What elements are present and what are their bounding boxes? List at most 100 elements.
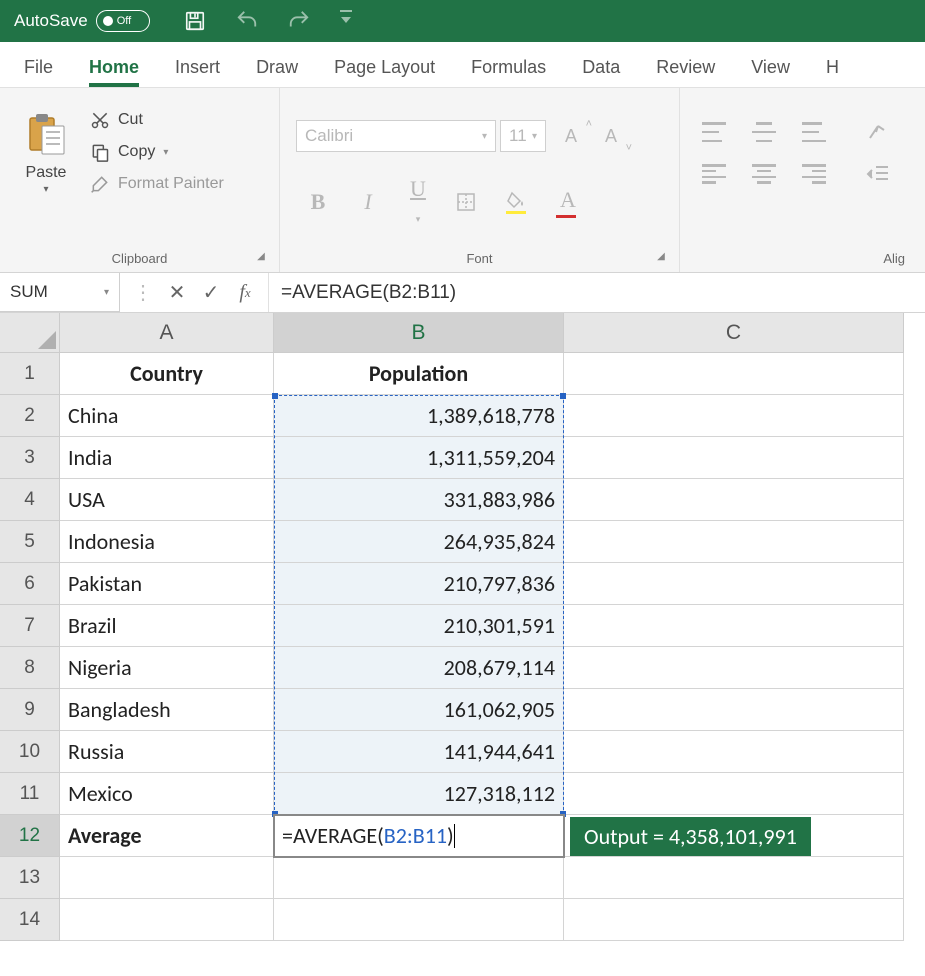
- autosave-toggle[interactable]: AutoSave Off: [14, 10, 150, 32]
- undo-icon[interactable]: [236, 10, 258, 32]
- row-header-11[interactable]: 11: [0, 773, 60, 815]
- row-header-3[interactable]: 3: [0, 437, 60, 479]
- tab-home[interactable]: Home: [71, 47, 157, 87]
- decrease-indent-button[interactable]: [866, 164, 890, 184]
- cell-b11[interactable]: 127,318,112: [274, 773, 564, 815]
- cell-c2[interactable]: [564, 395, 904, 437]
- cell-a11[interactable]: Mexico: [60, 773, 274, 815]
- qat-customize-icon[interactable]: [340, 10, 352, 32]
- bold-button[interactable]: B: [306, 189, 330, 215]
- row-header-6[interactable]: 6: [0, 563, 60, 605]
- cell-b2[interactable]: 1,389,618,778: [274, 395, 564, 437]
- save-icon[interactable]: [184, 10, 206, 32]
- italic-button[interactable]: I: [356, 189, 380, 215]
- cell-a13[interactable]: [60, 857, 274, 899]
- row-header-13[interactable]: 13: [0, 857, 60, 899]
- cell-a3[interactable]: India: [60, 437, 274, 479]
- tab-file[interactable]: File: [6, 47, 71, 87]
- align-center-button[interactable]: [752, 164, 776, 184]
- font-launcher-icon[interactable]: ◢: [655, 251, 667, 263]
- row-header-1[interactable]: 1: [0, 353, 60, 395]
- increase-font-icon[interactable]: A˄: [556, 120, 586, 152]
- col-header-c[interactable]: C: [564, 313, 904, 353]
- redo-icon[interactable]: [288, 10, 310, 32]
- underline-button[interactable]: U ▾: [406, 176, 430, 228]
- cell-c9[interactable]: [564, 689, 904, 731]
- cancel-formula-button[interactable]: ✕: [160, 273, 194, 312]
- row-header-2[interactable]: 2: [0, 395, 60, 437]
- cell-b9[interactable]: 161,062,905: [274, 689, 564, 731]
- row-header-5[interactable]: 5: [0, 521, 60, 563]
- cell-a2[interactable]: China: [60, 395, 274, 437]
- cell-b6[interactable]: 210,797,836: [274, 563, 564, 605]
- tab-insert[interactable]: Insert: [157, 47, 238, 87]
- cell-a14[interactable]: [60, 899, 274, 941]
- cell-b13[interactable]: [274, 857, 564, 899]
- cell-b7[interactable]: 210,301,591: [274, 605, 564, 647]
- row-header-14[interactable]: 14: [0, 899, 60, 941]
- cell-b4[interactable]: 331,883,986: [274, 479, 564, 521]
- cell-a9[interactable]: Bangladesh: [60, 689, 274, 731]
- cell-c1[interactable]: [564, 353, 904, 395]
- row-header-7[interactable]: 7: [0, 605, 60, 647]
- select-all-corner[interactable]: [0, 313, 60, 353]
- align-left-button[interactable]: [702, 164, 726, 184]
- tab-view[interactable]: View: [733, 47, 808, 87]
- row-header-10[interactable]: 10: [0, 731, 60, 773]
- row-header-8[interactable]: 8: [0, 647, 60, 689]
- cut-button[interactable]: Cut: [90, 110, 224, 130]
- cell-a4[interactable]: USA: [60, 479, 274, 521]
- cell-a5[interactable]: Indonesia: [60, 521, 274, 563]
- align-right-button[interactable]: [802, 164, 826, 184]
- formula-input[interactable]: =AVERAGE(B2:B11): [269, 273, 925, 312]
- cell-c13[interactable]: [564, 857, 904, 899]
- autosave-switch[interactable]: Off: [96, 10, 150, 32]
- cell-a8[interactable]: Nigeria: [60, 647, 274, 689]
- cell-c8[interactable]: [564, 647, 904, 689]
- tab-help[interactable]: H: [808, 47, 857, 87]
- cell-b14[interactable]: [274, 899, 564, 941]
- cell-c5[interactable]: [564, 521, 904, 563]
- cell-b1[interactable]: Population: [274, 353, 564, 395]
- insert-function-button[interactable]: fx: [228, 273, 262, 312]
- enter-formula-button[interactable]: ✓: [194, 273, 228, 312]
- tab-page-layout[interactable]: Page Layout: [316, 47, 453, 87]
- font-color-button[interactable]: A: [556, 187, 580, 218]
- font-size-select[interactable]: 11▾: [500, 120, 546, 152]
- align-bottom-button[interactable]: [802, 122, 826, 142]
- cell-a6[interactable]: Pakistan: [60, 563, 274, 605]
- cell-b12-editing[interactable]: =AVERAGE(B2:B11): [274, 815, 564, 857]
- copy-button[interactable]: Copy ▾: [90, 142, 224, 162]
- cell-a12[interactable]: Average: [60, 815, 274, 857]
- font-name-select[interactable]: Calibri▾: [296, 120, 496, 152]
- col-header-a[interactable]: A: [60, 313, 274, 353]
- clipboard-launcher-icon[interactable]: ◢: [255, 251, 267, 263]
- row-header-9[interactable]: 9: [0, 689, 60, 731]
- cell-b3[interactable]: 1,311,559,204: [274, 437, 564, 479]
- decrease-font-icon[interactable]: A˅: [596, 120, 626, 152]
- cell-c12[interactable]: Output = 4,358,101,991: [564, 815, 904, 857]
- row-header-12[interactable]: 12: [0, 815, 60, 857]
- align-middle-button[interactable]: [752, 122, 776, 142]
- col-header-b[interactable]: B: [274, 313, 564, 353]
- format-painter-button[interactable]: Format Painter: [90, 174, 224, 194]
- cell-a1[interactable]: Country: [60, 353, 274, 395]
- cell-c6[interactable]: [564, 563, 904, 605]
- align-top-button[interactable]: [702, 122, 726, 142]
- row-header-4[interactable]: 4: [0, 479, 60, 521]
- tab-draw[interactable]: Draw: [238, 47, 316, 87]
- tab-formulas[interactable]: Formulas: [453, 47, 564, 87]
- tab-data[interactable]: Data: [564, 47, 638, 87]
- paste-button[interactable]: Paste ▾: [16, 96, 76, 247]
- orientation-button[interactable]: [866, 122, 890, 142]
- tab-review[interactable]: Review: [638, 47, 733, 87]
- cell-b10[interactable]: 141,944,641: [274, 731, 564, 773]
- cell-c14[interactable]: [564, 899, 904, 941]
- cell-c4[interactable]: [564, 479, 904, 521]
- cell-c11[interactable]: [564, 773, 904, 815]
- cell-b5[interactable]: 264,935,824: [274, 521, 564, 563]
- cell-c3[interactable]: [564, 437, 904, 479]
- cell-a10[interactable]: Russia: [60, 731, 274, 773]
- name-box[interactable]: SUM ▾: [0, 273, 120, 312]
- fill-color-button[interactable]: [506, 191, 530, 214]
